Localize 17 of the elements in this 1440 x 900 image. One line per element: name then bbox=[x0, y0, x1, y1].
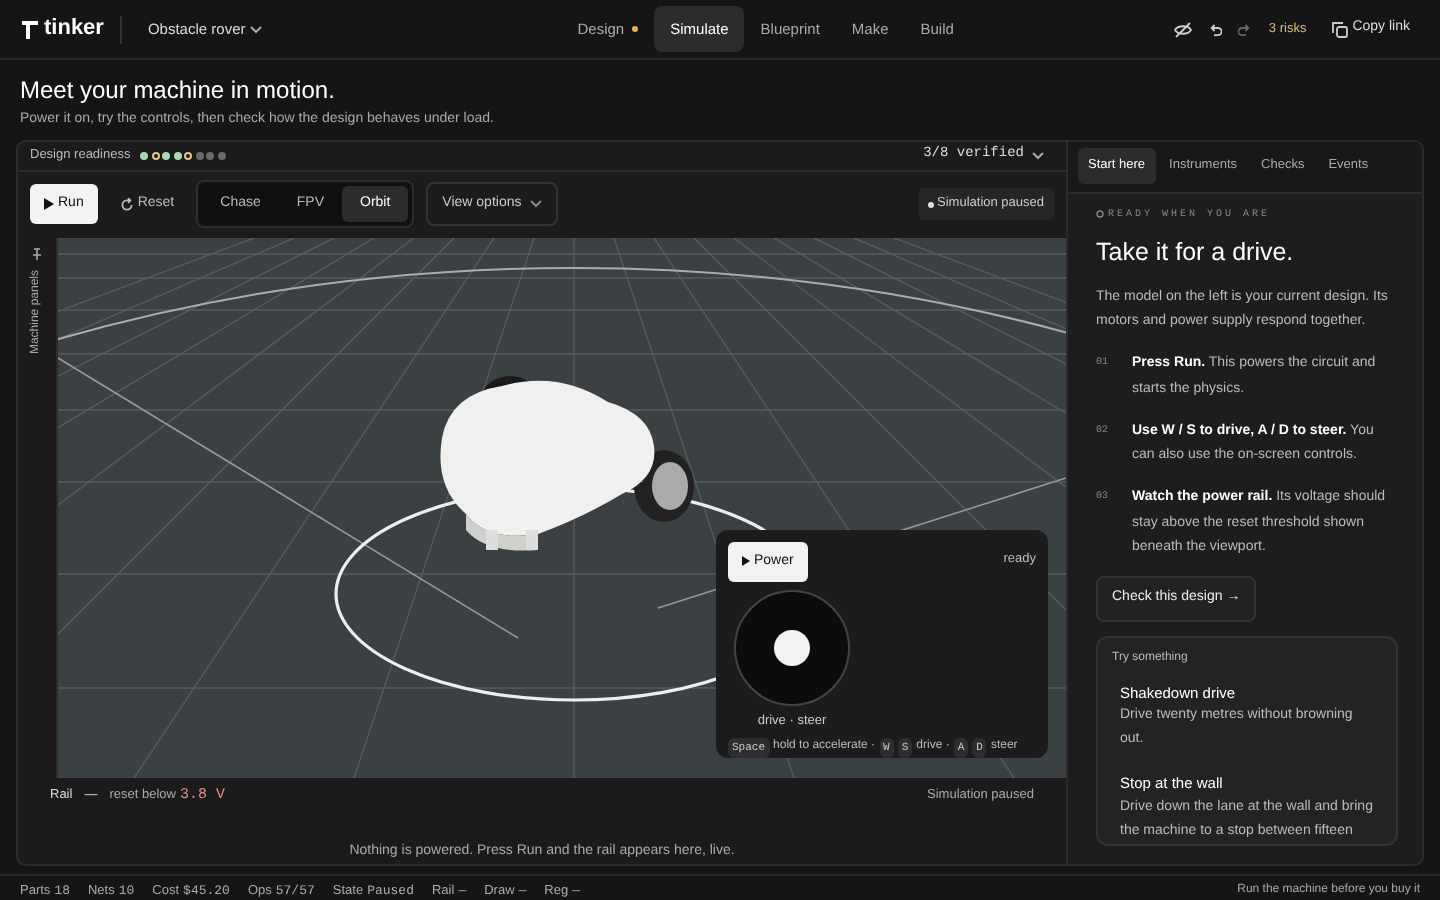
caret-icon bbox=[529, 200, 542, 208]
joystick-knob[interactable] bbox=[774, 630, 810, 666]
reset-icon bbox=[119, 197, 134, 211]
hidden-eye-icon[interactable] bbox=[1174, 21, 1193, 37]
guide-title: Take it for a drive. bbox=[1096, 236, 1296, 270]
status-dot-icon bbox=[927, 201, 934, 207]
app-name: tinker bbox=[44, 14, 104, 45]
page-title: Meet your machine in motion. bbox=[20, 74, 337, 108]
pin-icon[interactable] bbox=[32, 247, 42, 259]
play-icon bbox=[44, 198, 54, 210]
circle-icon bbox=[1096, 210, 1104, 219]
play-icon bbox=[742, 556, 750, 567]
logo-icon bbox=[20, 19, 40, 39]
undo-icon[interactable] bbox=[1208, 22, 1223, 36]
caret-icon bbox=[249, 25, 262, 33]
copy-icon bbox=[1332, 21, 1349, 37]
caret-icon bbox=[1032, 151, 1044, 159]
